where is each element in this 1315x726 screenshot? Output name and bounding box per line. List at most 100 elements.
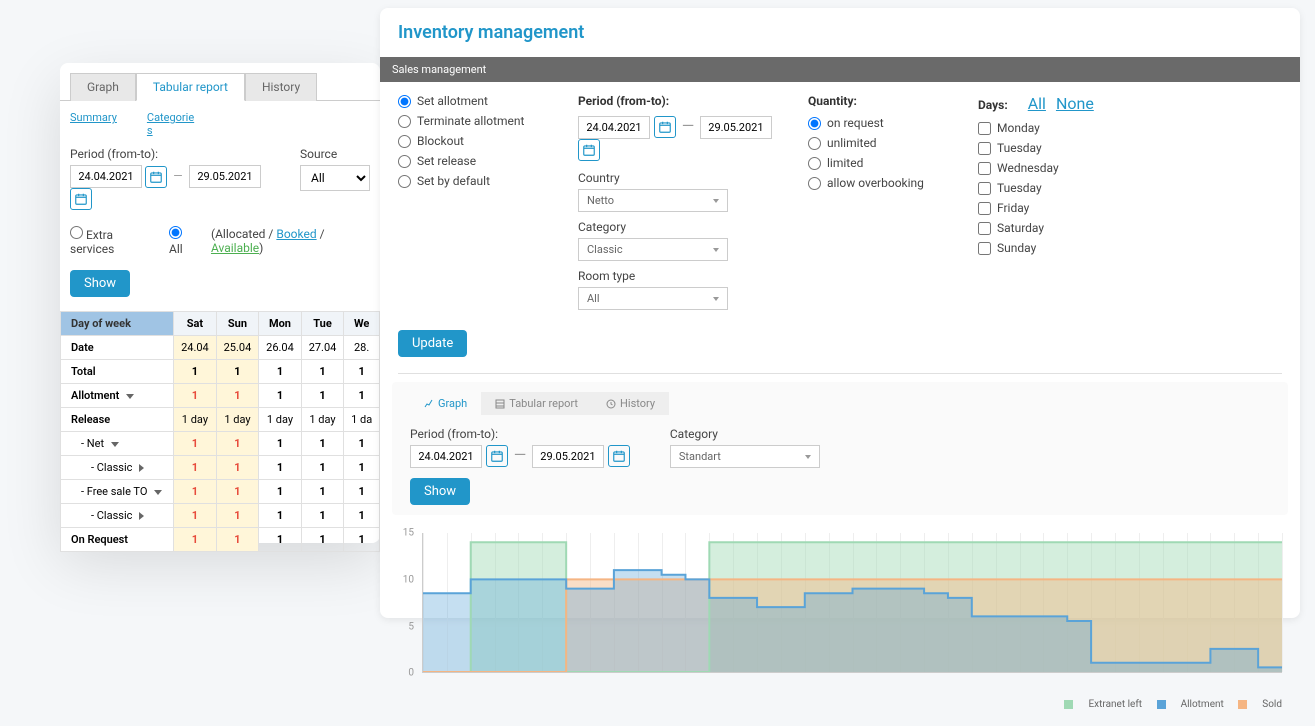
actions-column: Set allotment Terminate allotment Blockout… [398,94,548,318]
report-tabs: Graph Tabular report History [60,63,380,101]
calendar-icon[interactable] [145,166,167,188]
table-cell: 1 [259,432,302,456]
qty-limited[interactable]: limited [808,156,948,170]
table-cell: 27.04 [301,336,344,360]
date-to-input[interactable] [700,116,772,139]
table-cell: 1 [259,360,302,384]
table-cell: 1 [259,384,302,408]
table-cell: 1 [216,480,259,504]
action-blockout[interactable]: Blockout [398,134,548,148]
table-cell: 1 day [301,408,344,432]
table-row: - Net 11111 [61,432,380,456]
sub-category-select[interactable]: Standart [670,445,820,468]
filter-extra[interactable]: Extra services [70,226,155,256]
calendar-icon[interactable] [578,139,600,161]
action-set-release[interactable]: Set release [398,154,548,168]
row-label: - Free sale TO [61,480,174,504]
filter-all[interactable]: All [169,226,197,256]
row-label: Release [61,408,174,432]
y-tick: 0 [408,668,414,679]
day-wednesday[interactable]: Wednesday [978,161,1178,175]
col-header: Sun [216,312,259,336]
chart-legend: Extranet left Allotment Sold [398,693,1282,716]
table-cell: 28. [344,336,380,360]
country-select[interactable]: Netto [578,189,728,212]
roomtype-select[interactable]: All [578,287,728,310]
table-cell: 1 [174,528,217,552]
subtab-tabular[interactable]: Tabular report [481,392,592,415]
calendar-icon[interactable] [70,188,92,210]
sub-show-button[interactable]: Show [410,478,470,505]
subtab-summary[interactable]: Summary [70,111,117,137]
source-select[interactable]: All [300,165,370,191]
table-cell: 1 [174,504,217,528]
row-label: Total [61,360,174,384]
table-cell: 1 [216,528,259,552]
table-cell: 1 day [174,408,217,432]
col-header: Tue [301,312,344,336]
row-label: - Classic [61,456,174,480]
date-from-input[interactable] [70,165,142,188]
table-cell: 1 [216,384,259,408]
booked-link[interactable]: Booked [276,227,316,241]
chart-controls: Graph Tabular report History Period (fro… [392,382,1288,515]
day-tuesday[interactable]: Tuesday [978,181,1178,195]
day-saturday[interactable]: Saturday [978,221,1178,235]
days-column: Days: All None MondayTuesdayWednesdayTue… [978,94,1178,318]
table-row: Release 1 day1 day1 day1 day1 da [61,408,380,432]
date-to-input[interactable] [189,165,261,188]
y-tick: 10 [403,575,414,586]
table-cell: 1 [301,480,344,504]
table-cell: 1 [344,360,380,384]
table-header: Day of week [61,312,174,336]
table-row: - Classic 11111 [61,504,380,528]
tabular-report-panel: Graph Tabular report History Summary Cat… [60,63,380,543]
day-monday[interactable]: Monday [978,121,1178,135]
date-dash: — [170,169,186,183]
page-title: Inventory management [380,8,1300,57]
calendar-icon[interactable] [486,445,508,467]
quantity-column: Quantity: on requestunlimitedlimitedallo… [808,94,948,318]
table-cell: 1 [259,480,302,504]
table-cell: 1 [344,528,380,552]
table-cell: 24.04 [174,336,217,360]
days-all-link[interactable]: All [1028,94,1046,113]
qty-on-request[interactable]: on request [808,116,948,130]
tab-tabular[interactable]: Tabular report [136,73,245,101]
table-row: Allotment 11111 [61,384,380,408]
available-link[interactable]: Available [211,241,259,255]
table-cell: 1 [216,504,259,528]
table-cell: 1 [344,432,380,456]
show-button[interactable]: Show [70,270,130,297]
qty-allow-overbooking[interactable]: allow overbooking [808,176,948,190]
qty-unlimited[interactable]: unlimited [808,136,948,150]
table-cell: 1 [174,456,217,480]
tab-graph[interactable]: Graph [70,73,136,101]
calendar-icon[interactable] [608,445,630,467]
table-cell: 1 [301,456,344,480]
period-label: Period (from-to): [578,94,778,108]
calendar-icon[interactable] [654,116,676,138]
table-cell: 1 day [259,408,302,432]
tab-history[interactable]: History [245,73,317,101]
subtab-categories[interactable]: Categories [147,111,197,137]
update-button[interactable]: Update [398,330,467,357]
col-header: We [344,312,380,336]
day-tuesday[interactable]: Tuesday [978,141,1178,155]
date-from-input[interactable] [578,116,650,139]
col-header: Mon [259,312,302,336]
action-set-by-default[interactable]: Set by default [398,174,548,188]
inventory-panel: Inventory management Sales management Se… [380,8,1300,618]
sub-date-from[interactable] [410,445,482,468]
subtab-history[interactable]: History [592,392,669,415]
source-label: Source [300,147,370,161]
chart: 051015 Extranet left Allotment Sold [380,523,1300,726]
category-select[interactable]: Classic [578,238,728,261]
subtab-graph[interactable]: Graph [410,392,481,415]
days-none-link[interactable]: None [1056,94,1094,113]
action-terminate-allotment[interactable]: Terminate allotment [398,114,548,128]
day-friday[interactable]: Friday [978,201,1178,215]
sub-date-to[interactable] [532,445,604,468]
day-sunday[interactable]: Sunday [978,241,1178,255]
action-set-allotment[interactable]: Set allotment [398,94,548,108]
